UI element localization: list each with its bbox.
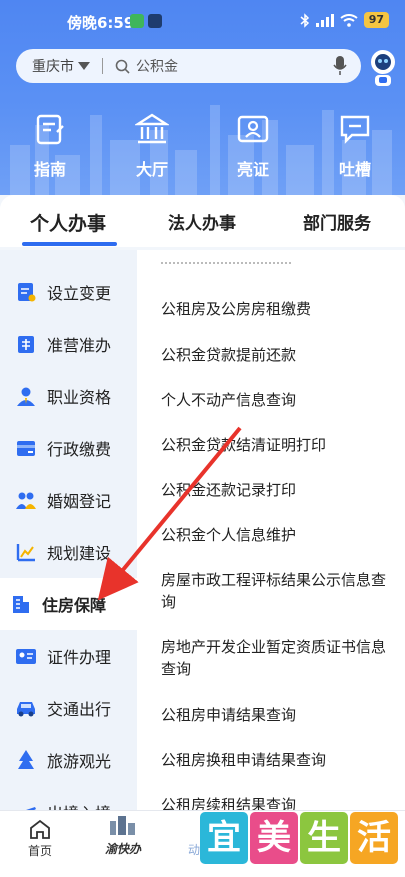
sidebar-item-tourism[interactable]: 旅游观光 xyxy=(0,734,137,786)
sidebar-item-housing[interactable]: 住房保障 xyxy=(0,578,137,630)
search-input[interactable]: 公积金 xyxy=(115,56,333,76)
quick-action-label: 大厅 xyxy=(135,160,168,179)
sidebar-item-label: 婚姻登记 xyxy=(47,492,112,511)
service-item[interactable]: 公租房申请结果查询 xyxy=(161,704,393,726)
certificate-icon xyxy=(16,649,36,664)
microphone-icon[interactable] xyxy=(333,56,347,76)
sidebar-item-payment[interactable]: 行政缴费 xyxy=(0,422,137,474)
sidebar-item-label: 设立变更 xyxy=(47,284,112,303)
quick-action-feedback[interactable]: 吐槽 xyxy=(320,112,390,180)
marriage-icon xyxy=(16,492,36,509)
car-icon xyxy=(17,702,35,717)
category-sidebar[interactable]: 设立变更 准营准办 职业资格 行政缴费 婚姻登记 规划建设 住房保障 证件办理 … xyxy=(0,250,137,810)
guide-icon xyxy=(36,114,64,145)
sidebar-item-label: 行政缴费 xyxy=(47,440,112,459)
service-item[interactable]: 房屋市政工程评标结果公示信息查询 xyxy=(161,569,393,613)
payment-icon xyxy=(17,441,35,456)
assistant-robot-avatar[interactable] xyxy=(366,48,400,88)
quick-action-label: 指南 xyxy=(33,160,66,179)
search-divider xyxy=(102,58,103,74)
active-tab-indicator xyxy=(22,242,117,246)
city-label: 重庆市 xyxy=(32,59,74,75)
nav-partial-label: 动 xyxy=(188,843,201,857)
service-item[interactable]: 公积金还款记录打印 xyxy=(161,479,393,501)
sidebar-item-label: 住房保障 xyxy=(42,596,107,615)
service-item[interactable]: 公积金个人信息维护 xyxy=(161,524,393,546)
sidebar-item-register[interactable]: 设立变更 xyxy=(0,266,137,318)
sidebar-item-label: 交通出行 xyxy=(47,700,112,719)
sidebar-item-label: 规划建设 xyxy=(47,544,112,563)
professional-icon xyxy=(17,387,35,406)
search-icon xyxy=(115,59,130,74)
service-item[interactable]: 房地产开发企业暂定资质证书信息查询 xyxy=(161,636,393,680)
search-bar[interactable]: 重庆市 公积金 xyxy=(16,49,361,83)
sidebar-item-label: 准营准办 xyxy=(47,336,112,355)
tourism-icon xyxy=(18,750,34,769)
sidebar-item-marriage[interactable]: 婚姻登记 xyxy=(0,474,137,526)
watermark-logo: 宜 美 生 活 xyxy=(200,812,400,866)
sidebar-item-immigration[interactable]: 出境入境 xyxy=(0,786,137,810)
signal-icon xyxy=(315,13,334,27)
register-icon xyxy=(18,283,36,302)
sidebar-item-label: 旅游观光 xyxy=(47,752,112,771)
search-placeholder: 公积金 xyxy=(136,59,178,75)
quick-action-label: 吐槽 xyxy=(338,160,371,179)
quick-actions: 指南 大厅 亮证 吐槽 xyxy=(0,112,405,182)
housing-icon xyxy=(13,596,29,613)
category-tabs: 个人办事 法人办事 部门服务 xyxy=(0,195,405,247)
nav-home[interactable]: 首页 xyxy=(20,819,60,859)
nav-center[interactable]: 渝快办 xyxy=(98,813,148,857)
service-item[interactable]: 公租房换租申请结果查询 xyxy=(161,749,393,771)
service-item[interactable]: 公租房及公房房租缴费 xyxy=(161,298,393,320)
plane-icon xyxy=(26,807,36,810)
bluetooth-icon xyxy=(300,12,309,28)
wifi-icon xyxy=(340,13,358,27)
battery-indicator: 97 xyxy=(363,12,389,28)
service-item[interactable]: 公积金贷款提前还款 xyxy=(161,344,393,366)
service-item[interactable]: 公租房续租结果查询 xyxy=(161,794,393,810)
tab-department[interactable]: 部门服务 xyxy=(303,209,371,234)
service-item[interactable]: 公积金贷款结清证明打印 xyxy=(161,434,393,456)
caret-down-icon xyxy=(78,62,90,70)
watermark-char: 宜 xyxy=(200,812,248,864)
sidebar-item-label: 出境入境 xyxy=(47,800,111,810)
sidebar-item-certificate[interactable]: 证件办理 xyxy=(0,630,137,682)
service-list[interactable]: 公租房及公房房租缴费 公积金贷款提前还款 个人不动产信息查询 公积金贷款结清证明… xyxy=(137,250,405,810)
permit-icon xyxy=(18,336,34,353)
quick-action-guide[interactable]: 指南 xyxy=(15,112,85,180)
sidebar-item-professional[interactable]: 职业资格 xyxy=(0,370,137,422)
planning-icon xyxy=(16,544,35,562)
quick-action-id[interactable]: 亮证 xyxy=(218,112,288,180)
clipped-list-item xyxy=(161,262,291,270)
status-time: 傍晚6:59 xyxy=(67,14,135,32)
tab-personal[interactable]: 个人办事 xyxy=(30,209,106,236)
app-notification-icon xyxy=(148,14,162,28)
quick-action-label: 亮证 xyxy=(236,160,269,179)
city-logo-icon xyxy=(110,816,135,835)
tab-corporate[interactable]: 法人办事 xyxy=(168,209,236,234)
hall-icon xyxy=(133,113,171,144)
status-bar: 傍晚6:59 97 xyxy=(0,0,405,44)
service-item[interactable]: 个人不动产信息查询 xyxy=(161,389,393,411)
watermark-char: 活 xyxy=(350,812,398,864)
sidebar-item-planning[interactable]: 规划建设 xyxy=(0,526,137,578)
wechat-notification-icon xyxy=(130,14,144,28)
sidebar-item-label: 职业资格 xyxy=(47,388,112,407)
watermark-char: 美 xyxy=(250,812,298,864)
sidebar-item-permit[interactable]: 准营准办 xyxy=(0,318,137,370)
nav-center-label: 渝快办 xyxy=(104,842,141,856)
city-selector[interactable]: 重庆市 xyxy=(32,56,90,76)
watermark-char: 生 xyxy=(300,812,348,864)
sidebar-item-label: 证件办理 xyxy=(47,648,112,667)
home-icon xyxy=(30,819,50,839)
sidebar-item-traffic[interactable]: 交通出行 xyxy=(0,682,137,734)
feedback-icon xyxy=(340,115,370,144)
id-card-icon xyxy=(237,115,269,143)
quick-action-hall[interactable]: 大厅 xyxy=(117,112,187,180)
nav-home-label: 首页 xyxy=(27,844,52,858)
